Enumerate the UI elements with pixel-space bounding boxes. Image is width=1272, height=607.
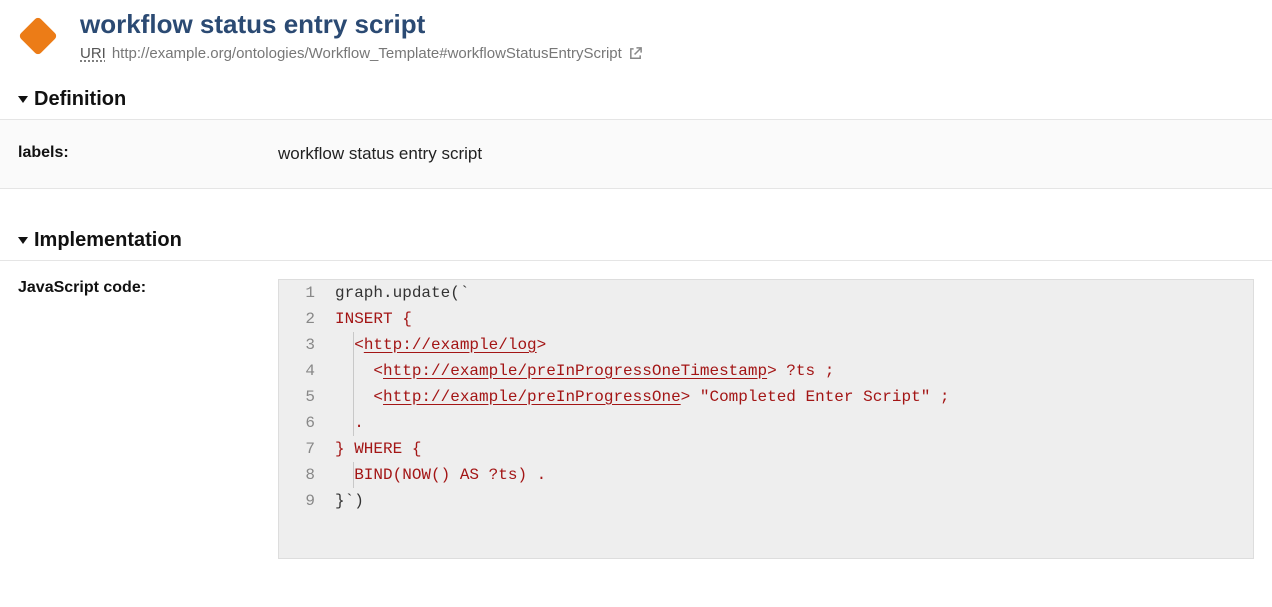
uri-label: URI — [80, 45, 106, 62]
code-line: 8 BIND(NOW() AS ?ts) . — [279, 462, 1253, 488]
section-implementation-toggle[interactable]: Implementation — [0, 221, 1272, 260]
section-heading-implementation: Implementation — [34, 229, 182, 252]
caret-down-icon — [18, 237, 28, 244]
code-editor[interactable]: 1 graph.update(` 2 INSERT { 3 <http://ex… — [278, 279, 1254, 559]
diamond-icon — [14, 12, 62, 60]
line-number: 9 — [279, 488, 327, 514]
uri-value: http://example.org/ontologies/Workflow_T… — [112, 45, 622, 62]
section-heading-definition: Definition — [34, 88, 126, 111]
line-number: 1 — [279, 280, 327, 306]
code-line: 5 <http://example/preInProgressOne> "Com… — [279, 384, 1253, 410]
code-line: 6 . — [279, 410, 1253, 436]
section-definition-body: labels: workflow status entry script — [0, 119, 1272, 189]
labels-field-label: labels: — [18, 144, 278, 164]
code-line: 1 graph.update(` — [279, 280, 1253, 306]
page-header: workflow status entry script URI http://… — [0, 0, 1272, 80]
header-text: workflow status entry script URI http://… — [80, 10, 1258, 62]
labels-field-value: workflow status entry script — [278, 144, 482, 164]
caret-down-icon — [18, 96, 28, 103]
line-number: 6 — [279, 410, 327, 436]
external-link-icon — [628, 46, 643, 61]
open-external-link[interactable] — [628, 46, 643, 61]
code-line: 4 <http://example/preInProgressOneTimest… — [279, 358, 1253, 384]
code-line: 7 } WHERE { — [279, 436, 1253, 462]
line-number: 7 — [279, 436, 327, 462]
line-number: 5 — [279, 384, 327, 410]
code-line: 3 <http://example/log> — [279, 332, 1253, 358]
section-implementation-body: JavaScript code: 1 graph.update(` 2 INSE… — [0, 260, 1272, 559]
line-number: 4 — [279, 358, 327, 384]
code-field-label: JavaScript code: — [18, 279, 278, 559]
page-title: workflow status entry script — [80, 10, 1258, 39]
uri-row: URI http://example.org/ontologies/Workfl… — [80, 45, 1258, 62]
line-number: 2 — [279, 306, 327, 332]
code-line: 9 }`) — [279, 488, 1253, 514]
code-line: 2 INSERT { — [279, 306, 1253, 332]
line-number: 8 — [279, 462, 327, 488]
line-number: 3 — [279, 332, 327, 358]
section-definition-toggle[interactable]: Definition — [0, 80, 1272, 119]
